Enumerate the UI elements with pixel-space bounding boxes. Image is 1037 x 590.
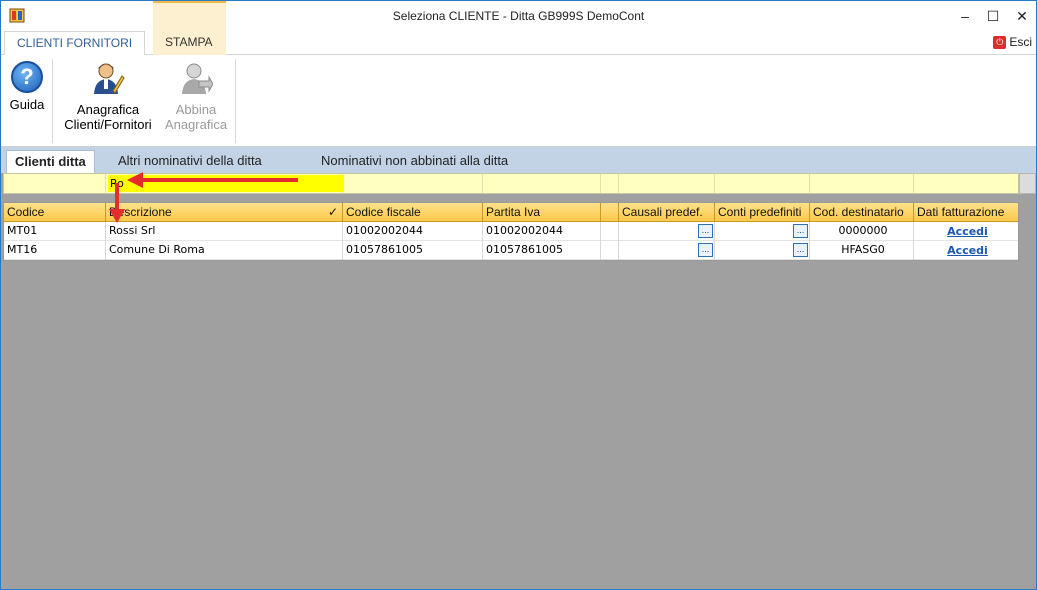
tab-clienti-ditta[interactable]: Clienti ditta <box>6 150 95 173</box>
tab-clienti-fornitori[interactable]: CLIENTI FORNITORI <box>4 31 146 56</box>
filter-blank[interactable] <box>601 174 619 193</box>
table-row[interactable]: MT01 Rossi Srl 01002002044 01002002044 .… <box>4 222 1018 241</box>
exit-label: Esci <box>1009 35 1032 49</box>
annotation-arrow-horizontal <box>141 178 298 182</box>
col-causali-predef[interactable]: Causali predef. <box>619 203 715 222</box>
person-link-icon <box>182 63 214 94</box>
cell-blank <box>601 241 619 260</box>
guida-button[interactable]: ? Guida <box>5 61 49 112</box>
cell-causali: ... <box>619 241 715 260</box>
ribbon-separator <box>235 59 236 143</box>
ribbon-panel: ? Guida Anagrafica Clienti/Fornitori Abb… <box>1 55 1036 147</box>
accedi-link[interactable]: Accedi <box>947 225 988 238</box>
abbina-button[interactable]: Abbina Anagrafica <box>161 61 231 132</box>
window-title: Seleziona CLIENTE - Ditta GB999S DemoCon… <box>392 9 645 23</box>
cell-conti: ... <box>715 241 810 260</box>
abbina-label-1: Abbina <box>175 102 217 117</box>
cell-conti: ... <box>715 222 810 241</box>
filter-causali[interactable] <box>619 174 715 193</box>
cell-cod-destinatario: HFASG0 <box>810 241 914 260</box>
guida-label: Guida <box>9 97 45 112</box>
abbina-label-2: Anagrafica <box>164 117 228 132</box>
cell-codice-fiscale: 01002002044 <box>343 222 483 241</box>
anagrafica-label-1: Anagrafica <box>76 102 140 117</box>
tab-nominativi-non-abbinati[interactable]: Nominativi non abbinati alla ditta <box>313 150 516 173</box>
cell-partita-iva: 01057861005 <box>483 241 601 260</box>
clienti-grid: Codice Descrizione ✓ Codice fiscale Part… <box>3 202 1019 261</box>
col-partita-iva[interactable]: Partita Iva <box>483 203 601 222</box>
filter-codice[interactable] <box>4 174 106 193</box>
col-codice-fiscale[interactable]: Codice fiscale <box>343 203 483 222</box>
table-row[interactable]: MT16 Comune Di Roma 01057861005 01057861… <box>4 241 1018 260</box>
help-icon: ? <box>11 61 43 93</box>
anagrafica-button[interactable]: Anagrafica Clienti/Fornitori <box>58 61 158 132</box>
conti-ellipsis-button[interactable]: ... <box>793 224 808 238</box>
cell-codice-fiscale: 01057861005 <box>343 241 483 260</box>
annotation-arrowhead-left <box>127 172 143 188</box>
close-button[interactable]: ✕ <box>1006 1 1037 31</box>
causali-ellipsis-button[interactable]: ... <box>698 224 713 238</box>
cell-causali: ... <box>619 222 715 241</box>
cell-codice: MT01 <box>4 222 106 241</box>
title-bar: Seleziona CLIENTE - Ditta GB999S DemoCon… <box>1 1 1036 31</box>
cell-descrizione: Comune Di Roma <box>106 241 343 260</box>
tab-altri-nominativi[interactable]: Altri nominativi della ditta <box>110 150 270 173</box>
conti-ellipsis-button[interactable]: ... <box>793 243 808 257</box>
exit-button[interactable]: ⏻ Esci <box>993 35 1032 49</box>
filter-conti[interactable] <box>715 174 810 193</box>
col-codice[interactable]: Codice <box>4 203 106 222</box>
filter-row: Ro <box>3 173 1019 194</box>
ribbon-separator <box>52 59 53 143</box>
cell-dati-fatturazione: Accedi <box>914 241 1018 260</box>
maximize-button[interactable]: ☐ <box>977 1 1009 31</box>
power-icon: ⏻ <box>993 35 1007 49</box>
main-window: Seleziona CLIENTE - Ditta GB999S DemoCon… <box>0 0 1037 590</box>
annotation-arrow-vertical <box>115 183 119 211</box>
anagrafica-label-2: Clienti/Fornitori <box>64 117 152 132</box>
sort-check-icon: ✓ <box>327 205 338 219</box>
cell-cod-destinatario: 0000000 <box>810 222 914 241</box>
cell-codice: MT16 <box>4 241 106 260</box>
cell-descrizione: Rossi Srl <box>106 222 343 241</box>
annotation-arrowhead-down <box>109 209 125 223</box>
cell-dati-fatturazione: Accedi <box>914 222 1018 241</box>
cell-partita-iva: 01002002044 <box>483 222 601 241</box>
col-dati-fatturazione[interactable]: Dati fatturazione <box>914 203 1018 222</box>
filter-cod-destinatario[interactable] <box>810 174 914 193</box>
col-cod-destinatario[interactable]: Cod. destinatario <box>810 203 914 222</box>
filter-scroll-stub <box>1019 173 1036 194</box>
causali-ellipsis-button[interactable]: ... <box>698 243 713 257</box>
col-blank[interactable] <box>601 203 619 222</box>
person-edit-icon <box>94 63 125 94</box>
grid-header: Codice Descrizione ✓ Codice fiscale Part… <box>4 203 1018 222</box>
accedi-link[interactable]: Accedi <box>947 244 988 257</box>
col-conti-predefiniti[interactable]: Conti predefiniti <box>715 203 810 222</box>
cell-blank <box>601 222 619 241</box>
ribbon-tab-bar: CLIENTI FORNITORI STAMPA ⏻ Esci <box>1 31 1036 56</box>
tab-stampa[interactable]: STAMPA <box>153 31 226 55</box>
inner-tab-bar: Clienti ditta Altri nominativi della dit… <box>1 147 1036 173</box>
filter-codice-fiscale[interactable] <box>343 174 483 193</box>
col-descrizione[interactable]: Descrizione ✓ <box>106 203 343 222</box>
filter-partita-iva[interactable] <box>483 174 601 193</box>
